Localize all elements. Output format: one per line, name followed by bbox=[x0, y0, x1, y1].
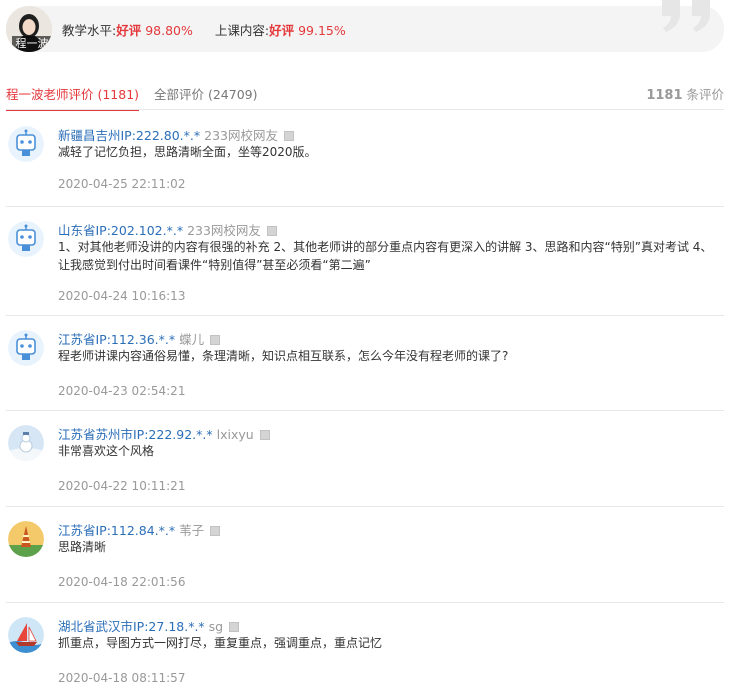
user-badge-icon bbox=[283, 131, 294, 141]
review-text: 减轻了记忆负担，思路清晰全面，坐等2020版。 bbox=[58, 145, 317, 159]
review-item: 新疆昌吉州IP:222.80.*.* 233网校网友 减轻了记忆负担，思路清晰全面… bbox=[6, 112, 724, 207]
snowman-avatar-icon[interactable] bbox=[8, 425, 44, 461]
rating-teaching-value: 98.80% bbox=[145, 23, 193, 38]
review-user: lxixyu bbox=[216, 427, 254, 442]
review-location: 湖北省武汉市IP:27.18.*.* bbox=[58, 619, 205, 634]
review-meta: 江苏省IP:112.84.*.* 苇子 bbox=[58, 520, 221, 539]
review-text: 抓重点，导图方式一网打尽，重复重点，强调重点，重点记忆 bbox=[58, 636, 383, 650]
tab-divider bbox=[6, 109, 724, 110]
review-meta: 江苏省苏州市IP:222.92.*.* lxixyu bbox=[58, 424, 270, 443]
review-location: 山东省IP:202.102.*.* bbox=[58, 223, 184, 238]
rating-teaching-good: 好评 bbox=[116, 23, 142, 38]
review-meta: 湖北省武汉市IP:27.18.*.* sg bbox=[58, 616, 240, 635]
review-meta: 新疆昌吉州IP:222.80.*.* 233网校网友 bbox=[58, 125, 294, 144]
user-badge-icon bbox=[210, 526, 221, 536]
review-user: sg bbox=[208, 619, 224, 634]
review-count-suffix: 条评价 bbox=[682, 87, 724, 102]
review-user: 233网校网友 bbox=[187, 223, 261, 238]
rating-content-value: 99.15% bbox=[298, 23, 346, 38]
teacher-ratings: 教学水平:好评 98.80% 上课内容:好评 99.15% bbox=[62, 20, 346, 39]
review-location: 江苏省IP:112.84.*.* bbox=[58, 523, 176, 538]
review-location: 江苏省IP:112.36.*.* bbox=[58, 332, 176, 347]
rating-content-label: 上课内容: bbox=[214, 23, 270, 38]
robot-avatar-icon[interactable] bbox=[8, 126, 44, 162]
review-time: 2020-04-23 02:54:21 bbox=[58, 384, 186, 398]
review-text: 思路清晰 bbox=[58, 540, 107, 554]
review-item: 山东省IP:202.102.*.* 233网校网友 1、对其他老师没讲的内容有很强… bbox=[6, 207, 724, 316]
robot-avatar-icon[interactable] bbox=[8, 330, 44, 366]
review-text: 程老师讲课内容通俗易懂，条理清晰，知识点相互联系，怎么今年没有程老师的课了? bbox=[58, 349, 509, 363]
review-item: 江苏省苏州市IP:222.92.*.* lxixyu 非常喜欢这个风格 2020-… bbox=[6, 411, 724, 507]
review-time: 2020-04-24 10:16:13 bbox=[58, 289, 186, 303]
review-location: 江苏省苏州市IP:222.92.*.* bbox=[58, 427, 213, 442]
tab-all-reviews[interactable]: 全部评价 (24709) bbox=[154, 86, 258, 111]
review-time: 2020-04-22 10:11:21 bbox=[58, 479, 186, 493]
rating-teaching-label: 教学水平: bbox=[62, 23, 117, 38]
review-time: 2020-04-18 22:01:56 bbox=[58, 575, 186, 589]
user-badge-icon bbox=[259, 430, 270, 440]
teacher-name: 程一波 bbox=[12, 36, 52, 52]
review-count-number: 1181 bbox=[646, 88, 683, 103]
review-item: 湖北省武汉市IP:27.18.*.* sg 抓重点，导图方式一网打尽，重复重点，强… bbox=[6, 603, 724, 689]
tower-avatar-icon[interactable] bbox=[8, 521, 44, 557]
review-meta: 江苏省IP:112.36.*.* 蝶儿 bbox=[58, 329, 221, 348]
review-meta: 山东省IP:202.102.*.* 233网校网友 bbox=[58, 220, 277, 239]
robot-avatar-icon[interactable] bbox=[8, 221, 44, 257]
tab-teacher-reviews[interactable]: 程一波老师评价 (1181) bbox=[6, 86, 140, 111]
review-user: 苇子 bbox=[179, 523, 205, 538]
user-badge-icon bbox=[210, 335, 221, 345]
review-user: 233网校网友 bbox=[204, 128, 278, 143]
rating-content-good: 好评 bbox=[269, 23, 295, 38]
review-location: 新疆昌吉州IP:222.80.*.* bbox=[58, 128, 201, 143]
review-user: 蝶儿 bbox=[179, 332, 205, 347]
review-time: 2020-04-18 08:11:57 bbox=[58, 671, 186, 685]
user-badge-icon bbox=[266, 226, 277, 236]
sailboat-avatar-icon[interactable] bbox=[8, 617, 44, 653]
quote-mark-icon bbox=[662, 0, 710, 32]
review-item: 江苏省IP:112.84.*.* 苇子 思路清晰 2020-04-18 22:01… bbox=[6, 507, 724, 603]
review-item: 江苏省IP:112.36.*.* 蝶儿 程老师讲课内容通俗易懂，条理清晰，知识点相… bbox=[6, 316, 724, 411]
review-time: 2020-04-25 22:11:02 bbox=[58, 177, 186, 191]
review-text: 1、对其他老师没讲的内容有很强的补充 2、其他老师讲的部分重点内容有更深入的讲解… bbox=[58, 240, 713, 272]
review-text: 非常喜欢这个风格 bbox=[58, 444, 155, 458]
teacher-avatar[interactable]: 程一波 bbox=[6, 6, 52, 52]
review-count: 1181 条评价 bbox=[646, 84, 724, 103]
user-badge-icon bbox=[229, 622, 240, 632]
